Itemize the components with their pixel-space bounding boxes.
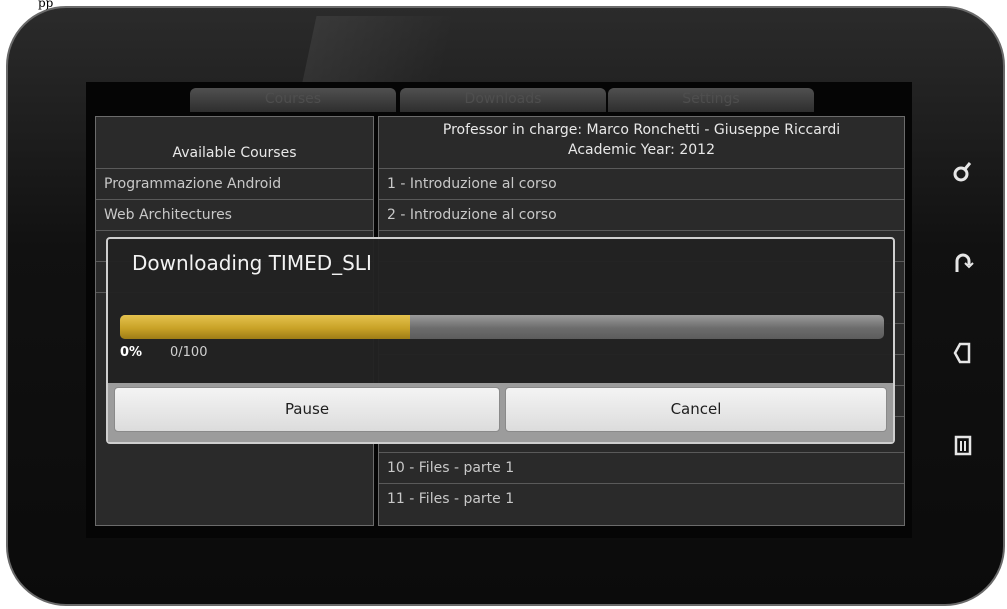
tab-downloads[interactable]: Downloads (400, 88, 606, 112)
lecture-item[interactable]: 11 - Files - parte 1 (379, 483, 904, 514)
progress-percent: 0% (120, 345, 143, 360)
professor-line: Professor in charge: Marco Ronchetti - G… (442, 122, 841, 138)
tab-settings[interactable]: Settings (608, 88, 814, 112)
home-icon[interactable] (950, 250, 976, 276)
pause-button[interactable]: Pause (114, 387, 500, 432)
academic-year-line: Academic Year: 2012 (568, 142, 715, 158)
menu-icon[interactable] (950, 432, 976, 458)
progress-fill (120, 315, 411, 339)
lecture-item[interactable]: 10 - Files - parte 1 (379, 452, 904, 483)
download-progress-bar (120, 315, 884, 339)
dialog-title: Downloading TIMED_SLIDES (132, 251, 372, 275)
progress-count: 0/100 (170, 345, 208, 360)
course-item[interactable]: Programmazione Android (96, 168, 373, 199)
tab-courses[interactable]: Courses (190, 88, 396, 112)
dialog-button-bar: Pause Cancel (108, 383, 893, 442)
lecture-item[interactable]: 1 - Introduzione al corso (379, 168, 904, 199)
cancel-button[interactable]: Cancel (505, 387, 887, 432)
back-icon[interactable] (950, 340, 976, 366)
available-courses-header: Available Courses (172, 145, 297, 161)
lecture-item[interactable]: 2 - Introduzione al corso (379, 199, 904, 230)
search-icon[interactable] (950, 158, 976, 184)
course-item[interactable]: Web Architectures (96, 199, 373, 230)
download-dialog: Downloading TIMED_SLIDES 0% 0/100 Pause … (106, 237, 895, 444)
